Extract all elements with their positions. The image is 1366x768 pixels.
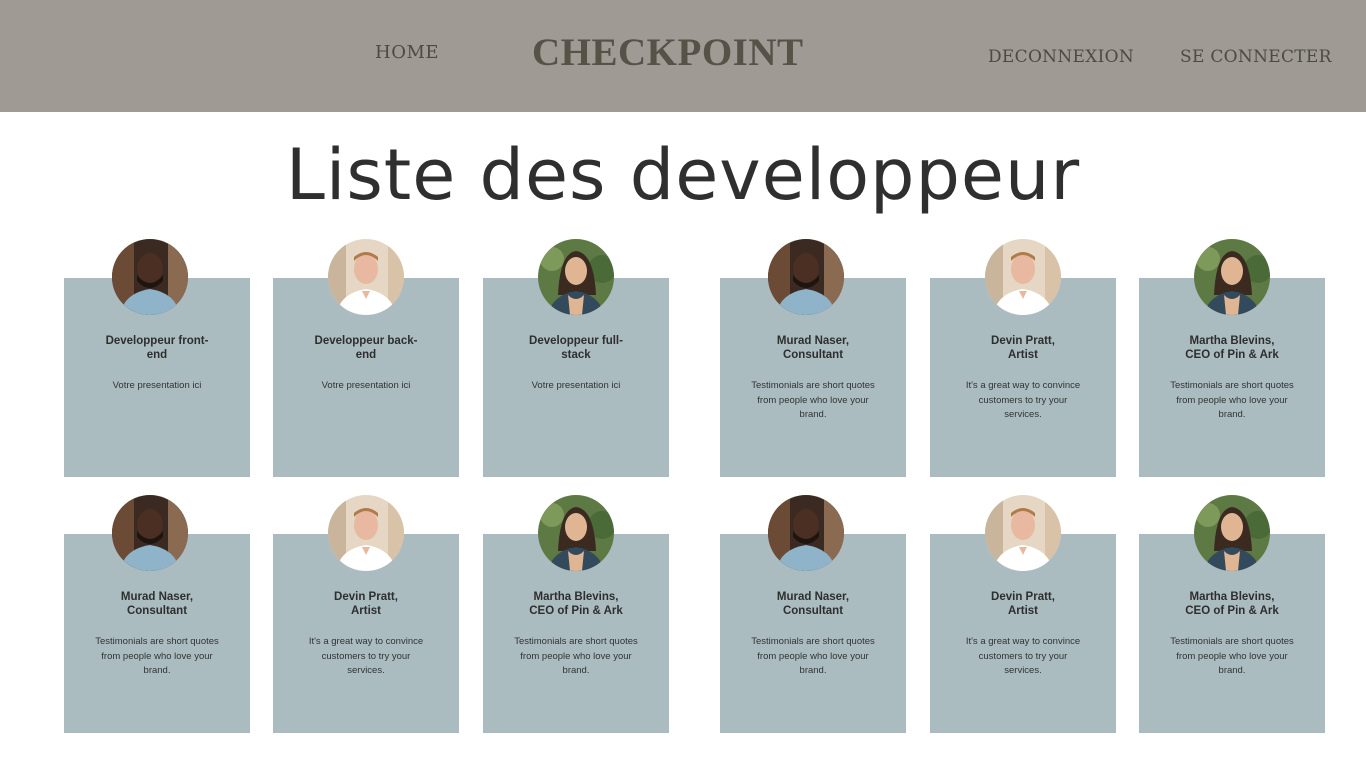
card-text: Testimonials are short quotes from peopl… (1170, 636, 1294, 676)
card-name: Developpeur front- end (105, 335, 209, 361)
nav-logout-link[interactable]: DECONNEXION (988, 47, 1134, 67)
card-name: Developpeur full- stack (529, 335, 623, 361)
card-name: Devin Pratt, Artist (991, 335, 1055, 361)
nav-home-link[interactable]: HOME (375, 42, 439, 63)
man-light-avatar (985, 495, 1061, 571)
card-name: Martha Blevins, CEO of Pin & Ark (1185, 591, 1279, 617)
man-dark-avatar (768, 239, 844, 315)
card-text: Testimonials are short quotes from peopl… (514, 636, 638, 676)
card-text: It's a great way to convince customers t… (308, 636, 424, 676)
card-name: Murad Naser, Consultant (776, 335, 850, 361)
card-name: Devin Pratt, Artist (334, 591, 398, 617)
woman-avatar (538, 239, 614, 315)
card-text: Votre presentation ici (112, 380, 202, 391)
woman-avatar (1194, 239, 1270, 315)
nav-login-link[interactable]: SE CONNECTER (1180, 47, 1332, 67)
card-name: Murad Naser, Consultant (120, 591, 194, 617)
man-dark-avatar (112, 495, 188, 571)
card-text: Testimonials are short quotes from peopl… (95, 636, 219, 676)
woman-avatar (538, 495, 614, 571)
card-text: Votre presentation ici (321, 380, 411, 391)
card-text: Testimonials are short quotes from peopl… (751, 380, 875, 420)
man-dark-avatar (768, 495, 844, 571)
card-text: It's a great way to convince customers t… (965, 636, 1081, 676)
man-light-avatar (328, 495, 404, 571)
card-name: Developpeur back- end (314, 335, 418, 361)
card-text: Votre presentation ici (531, 380, 621, 391)
card-text: Testimonials are short quotes from peopl… (1170, 380, 1294, 420)
man-light-avatar (328, 239, 404, 315)
man-light-avatar (985, 239, 1061, 315)
woman-avatar (1194, 495, 1270, 571)
card-text: Testimonials are short quotes from peopl… (751, 636, 875, 676)
brand-logo[interactable]: CHECKPOINT (532, 30, 804, 75)
card-name: Martha Blevins, CEO of Pin & Ark (529, 591, 623, 617)
card-name: Martha Blevins, CEO of Pin & Ark (1185, 335, 1279, 361)
page-title: Liste des developpeur (285, 134, 1081, 216)
man-dark-avatar (112, 239, 188, 315)
header-bar: HOME CHECKPOINT DECONNEXION SE CONNECTER (0, 0, 1366, 112)
card-name: Devin Pratt, Artist (991, 591, 1055, 617)
card-text: It's a great way to convince customers t… (965, 380, 1081, 420)
card-name: Murad Naser, Consultant (776, 591, 850, 617)
